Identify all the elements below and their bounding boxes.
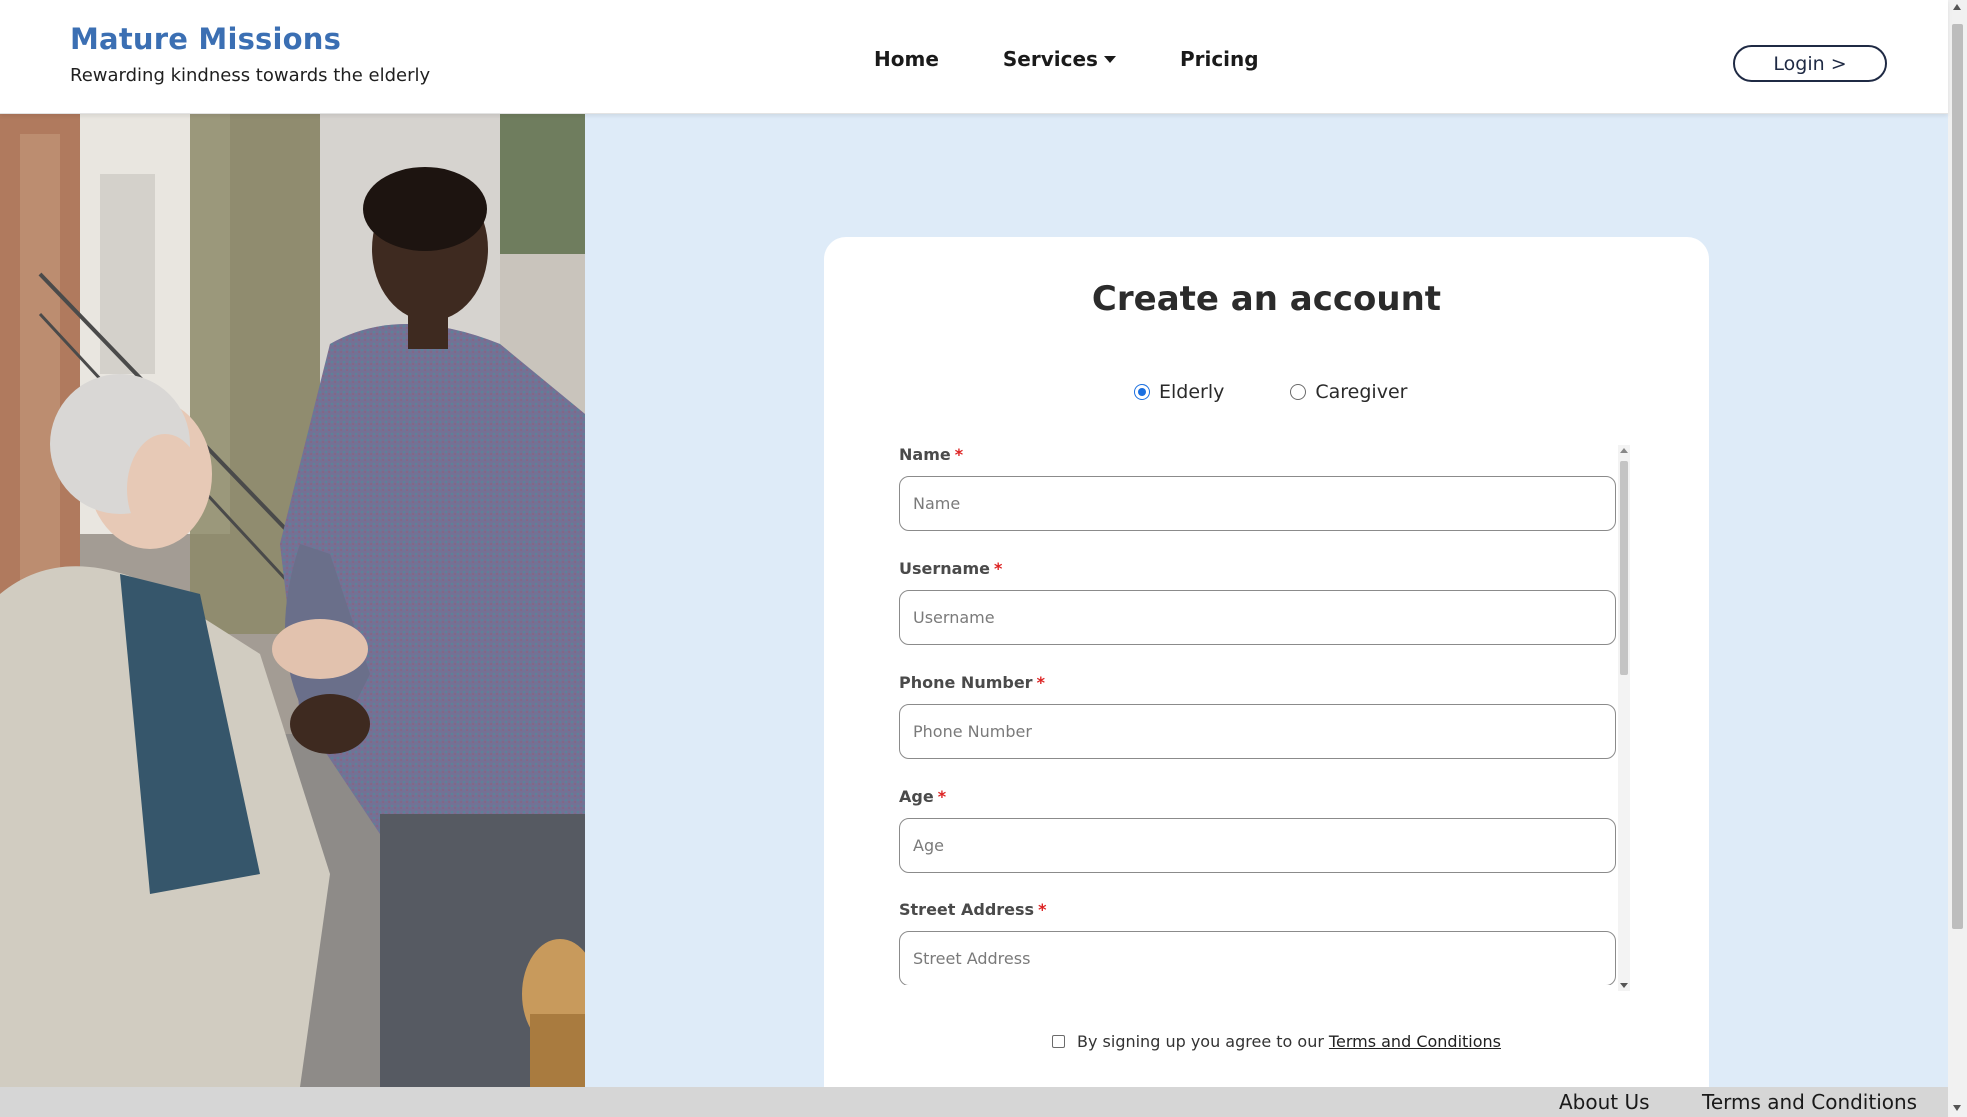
street-address-label: Street Address xyxy=(899,900,1035,919)
radio-elderly[interactable] xyxy=(1134,384,1150,400)
required-marker: * xyxy=(1036,673,1045,692)
field-label: Username * xyxy=(899,559,1616,581)
footer-about-link[interactable]: About Us xyxy=(1559,1090,1650,1114)
radio-caregiver[interactable] xyxy=(1290,384,1307,400)
terms-text: By signing up you agree to our xyxy=(1077,1032,1324,1051)
terms-link[interactable]: Terms and Conditions xyxy=(1329,1032,1501,1051)
required-marker: * xyxy=(954,445,964,464)
required-marker: * xyxy=(937,787,947,806)
scroll-down-arrow-icon[interactable] xyxy=(1953,1105,1961,1111)
required-marker: * xyxy=(1038,900,1047,919)
page-scrollbar[interactable] xyxy=(1948,0,1967,1117)
age-label: Age xyxy=(899,787,934,806)
footer-terms-link[interactable]: Terms and Conditions xyxy=(1702,1090,1917,1114)
phone-label: Phone Number xyxy=(899,673,1033,692)
scroll-up-arrow-icon[interactable] xyxy=(1620,448,1628,453)
main-nav: Home Services Pricing xyxy=(874,47,1323,71)
username-input[interactable] xyxy=(899,590,1616,645)
field-street-address: Street Address * xyxy=(899,900,1616,985)
field-phone: Phone Number * xyxy=(899,673,1616,759)
street-address-input[interactable] xyxy=(899,931,1616,985)
role-option-elderly[interactable]: Elderly xyxy=(1134,381,1224,403)
field-username: Username * xyxy=(899,559,1616,645)
username-label: Username xyxy=(899,559,990,578)
form-scroll-thumb[interactable] xyxy=(1620,461,1628,675)
nav-home-label: Home xyxy=(874,47,939,71)
brand-tagline: Rewarding kindness towards the elderly xyxy=(70,65,431,86)
phone-input[interactable] xyxy=(899,704,1616,759)
field-label: Street Address * xyxy=(899,900,1616,922)
terms-agreement: By signing up you agree to our Terms and… xyxy=(1052,1032,1501,1051)
nav-home[interactable]: Home xyxy=(874,47,939,71)
hero-photo xyxy=(0,114,585,1087)
login-button[interactable]: Login > xyxy=(1733,45,1887,82)
caret-down-icon xyxy=(1103,56,1116,63)
terms-checkbox[interactable] xyxy=(1052,1035,1065,1048)
signup-form-scroll-area[interactable]: Name* Username* Phone Number* Age* Stree… xyxy=(899,445,1629,985)
required-marker: * xyxy=(993,559,1003,578)
form-scrollbar[interactable] xyxy=(1618,445,1630,991)
role-label-elderly: Elderly xyxy=(1159,381,1225,403)
field-label: Phone Number * xyxy=(899,673,1616,695)
field-name: Name * xyxy=(899,445,1616,531)
hero-photo-illustration xyxy=(0,114,585,1087)
age-input[interactable] xyxy=(899,818,1616,873)
field-label: Name * xyxy=(899,445,1616,467)
scroll-down-arrow-icon[interactable] xyxy=(1620,983,1628,988)
role-selector: Elderly Caregiver xyxy=(1134,381,1473,403)
nav-pricing[interactable]: Pricing xyxy=(1180,47,1259,71)
role-label-caregiver: Caregiver xyxy=(1315,381,1408,403)
nav-pricing-label: Pricing xyxy=(1179,47,1259,71)
field-label: Age * xyxy=(899,787,1616,809)
brand-title[interactable]: Mature Missions xyxy=(70,22,341,56)
site-header: Mature Missions Rewarding kindness towar… xyxy=(0,0,1948,114)
scroll-up-arrow-icon[interactable] xyxy=(1953,4,1961,10)
signup-card: Create an account Elderly Caregiver Name… xyxy=(824,237,1709,1087)
nav-services-dropdown[interactable]: Services xyxy=(1003,47,1116,71)
site-footer: About Us Terms and Conditions xyxy=(0,1087,1948,1117)
name-label: Name xyxy=(899,445,951,464)
name-input[interactable] xyxy=(899,476,1616,531)
signup-title: Create an account xyxy=(1091,279,1442,319)
field-age: Age * xyxy=(899,787,1616,873)
nav-services-label: Services xyxy=(1002,47,1098,71)
page-scroll-thumb[interactable] xyxy=(1952,24,1963,929)
role-option-caregiver[interactable]: Caregiver xyxy=(1290,381,1407,403)
